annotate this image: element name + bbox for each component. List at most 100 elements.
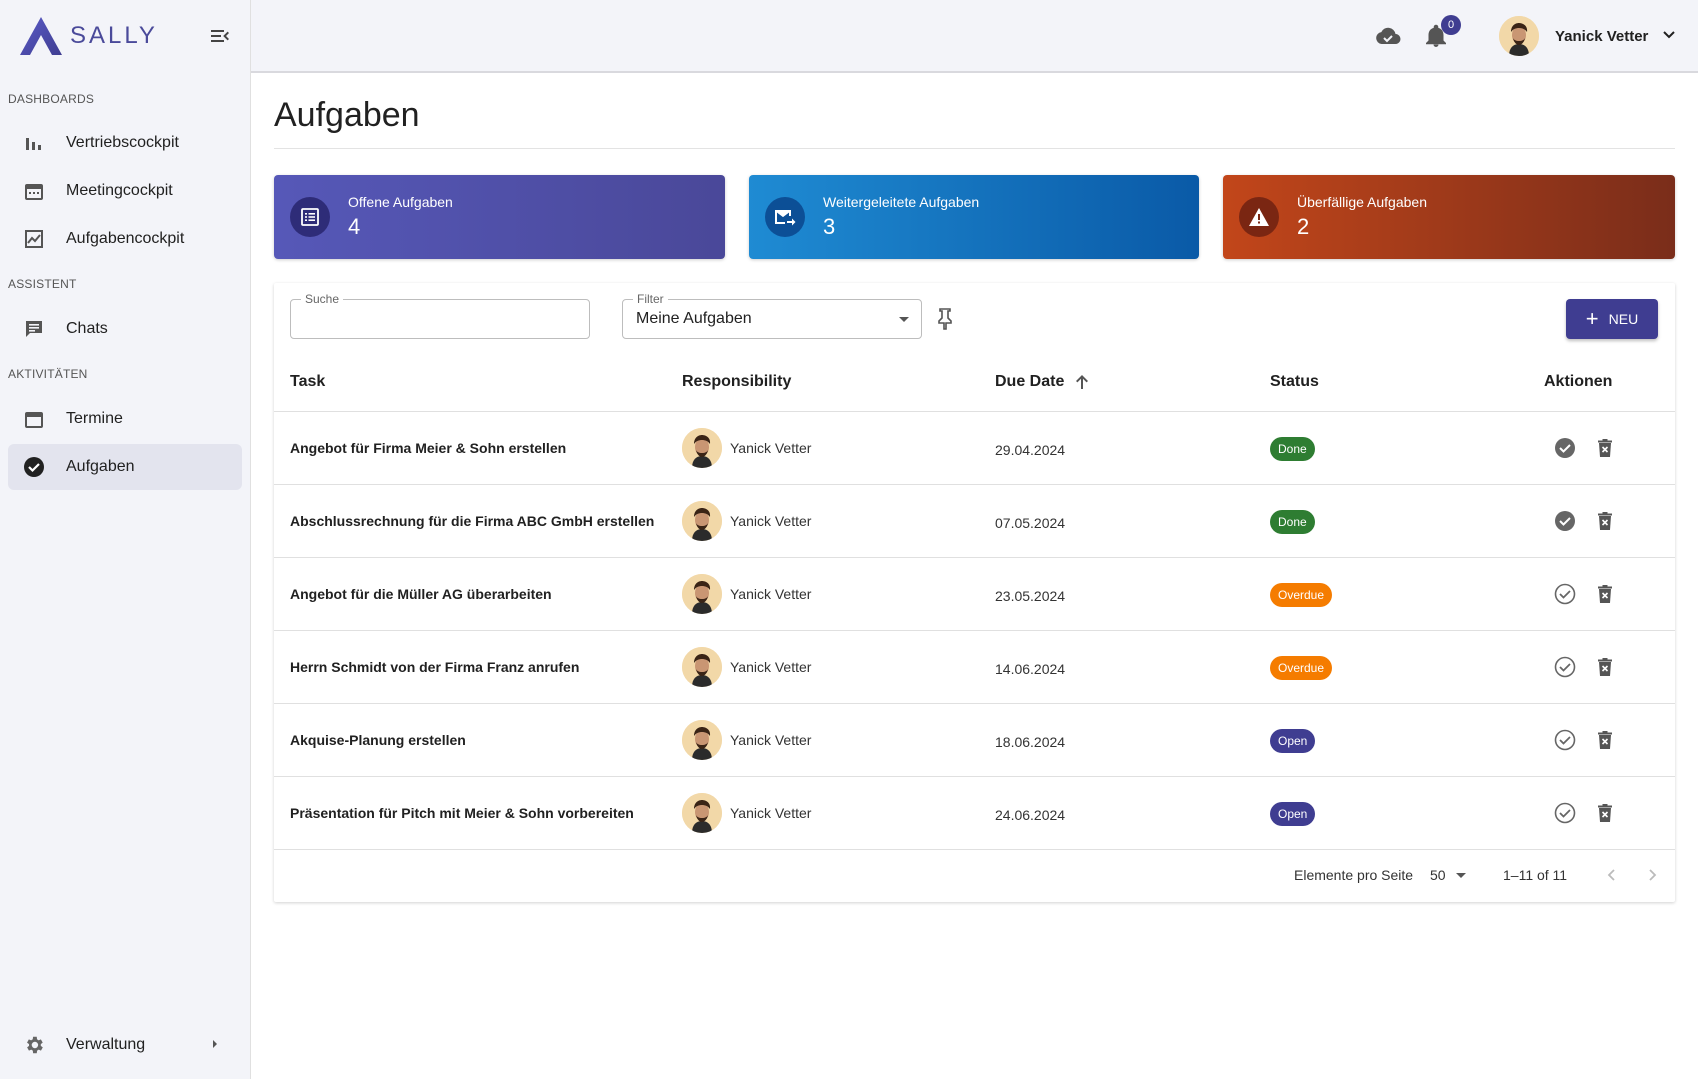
column-header-due-date[interactable]: Due Date <box>995 373 1090 391</box>
delete-icon <box>1598 585 1612 603</box>
sidebar-item-termine[interactable]: Termine <box>8 396 242 442</box>
delete-icon <box>1598 804 1612 822</box>
filter-select-value: Meine Aufgaben <box>636 310 752 327</box>
responsible-person: Yanick Vetter <box>682 428 811 468</box>
column-header-status[interactable]: Status <box>1270 373 1319 391</box>
sidebar-item-aufgaben[interactable]: Aufgaben <box>8 444 242 490</box>
delete-task-button[interactable] <box>1594 729 1618 753</box>
table-row[interactable]: Akquise-Planung erstellen Yanick Vetter 18… <box>274 704 1675 777</box>
column-header-responsibility[interactable]: Responsibility <box>682 373 791 391</box>
sidebar-item-chats[interactable]: Chats <box>8 306 242 352</box>
per-page-value: 50 <box>1430 867 1446 883</box>
section-aktivitaeten: AKTIVITÄTEN <box>8 367 88 381</box>
due-date: 24.06.2024 <box>995 807 1066 823</box>
sidebar-item-meetingcockpit[interactable]: Meetingcockpit <box>8 168 242 214</box>
sidebar-item-verwaltung[interactable]: Verwaltung <box>8 1023 242 1067</box>
task-title[interactable]: Herrn Schmidt von der Firma Franz anrufe… <box>290 659 579 675</box>
per-page-label: Elemente pro Seite <box>1294 867 1414 883</box>
table-row[interactable]: Angebot für Firma Meier & Sohn erstellen… <box>274 412 1675 485</box>
menu-collapse-button[interactable] <box>208 24 232 48</box>
complete-task-button[interactable] <box>1554 656 1578 680</box>
responsible-person: Yanick Vetter <box>682 501 811 541</box>
task-title[interactable]: Akquise-Planung erstellen <box>290 732 466 748</box>
table-row[interactable]: Angebot für die Müller AG überarbeiten Ya… <box>274 558 1675 631</box>
calendar-icon <box>22 407 46 431</box>
status-badge: Open <box>1270 729 1316 753</box>
avatar <box>1499 16 1539 56</box>
cloud-sync-button[interactable] <box>1375 23 1401 49</box>
user-name: Yanick Vetter <box>1555 27 1649 45</box>
filter-select-label: Filter <box>633 292 668 306</box>
next-page-button[interactable] <box>1640 863 1664 887</box>
check-circle-icon <box>1554 438 1576 463</box>
delete-task-button[interactable] <box>1594 437 1618 461</box>
sidebar-item-label: Aufgaben <box>66 458 135 475</box>
stat-card-offene-aufgaben[interactable]: Offene Aufgaben 4 <box>274 175 725 259</box>
table-row[interactable]: Präsentation für Pitch mit Meier & Sohn … <box>274 777 1675 850</box>
column-header-task[interactable]: Task <box>290 373 325 391</box>
complete-task-button[interactable] <box>1554 802 1578 826</box>
responsible-name: Yanick Vetter <box>730 440 812 456</box>
task-title[interactable]: Abschlussrechnung für die Firma ABC GmbH… <box>290 513 654 529</box>
stat-value: 3 <box>823 214 836 239</box>
responsible-person: Yanick Vetter <box>682 647 811 687</box>
responsible-name: Yanick Vetter <box>730 732 812 748</box>
sidebar-item-vertriebscockpit[interactable]: Vertriebscockpit <box>8 120 242 166</box>
cloud-check-icon <box>1376 27 1401 44</box>
responsible-name: Yanick Vetter <box>730 586 812 602</box>
delete-task-button[interactable] <box>1594 583 1618 607</box>
delete-task-button[interactable] <box>1594 656 1618 680</box>
notification-count-badge: 0 <box>1441 15 1461 35</box>
avatar <box>682 501 722 541</box>
brand-logo[interactable]: SALLY <box>18 14 158 58</box>
search-field[interactable]: Suche <box>290 292 590 339</box>
avatar <box>682 574 722 614</box>
delete-task-button[interactable] <box>1594 510 1618 534</box>
delete-task-button[interactable] <box>1594 802 1618 826</box>
column-header-aktionen: Aktionen <box>1544 373 1613 390</box>
stat-card-weitergeleitete-aufgaben[interactable]: Weitergeleitete Aufgaben 3 <box>749 175 1199 259</box>
sidebar-item-label: Aufgabencockpit <box>66 230 185 247</box>
previous-page-button[interactable] <box>1600 863 1624 887</box>
responsible-name: Yanick Vetter <box>730 513 812 529</box>
complete-task-button[interactable] <box>1554 510 1578 534</box>
chevron-left-icon <box>1607 869 1615 881</box>
task-title[interactable]: Präsentation für Pitch mit Meier & Sohn … <box>290 805 634 821</box>
stat-value: 4 <box>348 214 361 239</box>
complete-task-button[interactable] <box>1554 583 1578 607</box>
table-row[interactable]: Abschlussrechnung für die Firma ABC GmbH… <box>274 485 1675 558</box>
dropdown-arrow-icon <box>899 317 909 322</box>
status-badge: Overdue <box>1270 583 1333 607</box>
complete-task-button[interactable] <box>1554 437 1578 461</box>
stat-label: Weitergeleitete Aufgaben <box>823 194 980 210</box>
search-field-label: Suche <box>301 292 344 306</box>
status-badge: Done <box>1270 510 1315 534</box>
user-menu[interactable]: Yanick Vetter <box>1499 14 1676 58</box>
status-badge: Done <box>1270 437 1315 461</box>
per-page-select[interactable]: 50 <box>1430 867 1466 883</box>
new-task-button[interactable]: + NEU <box>1566 299 1658 339</box>
sidebar-item-aufgabencockpit[interactable]: Aufgabencockpit <box>8 216 242 262</box>
status-badge: Open <box>1270 802 1316 826</box>
task-title[interactable]: Angebot für die Müller AG überarbeiten <box>290 586 552 602</box>
due-date: 29.04.2024 <box>995 442 1066 458</box>
responsible-name: Yanick Vetter <box>730 805 812 821</box>
check-circle-icon <box>1554 656 1576 682</box>
brand-name: SALLY <box>70 22 158 49</box>
filter-select[interactable]: Filter Meine Aufgaben <box>622 292 922 339</box>
notifications-button[interactable]: 0 <box>1423 15 1461 49</box>
pin-filter-button[interactable] <box>934 307 958 331</box>
sidebar-item-label: Meetingcockpit <box>66 182 173 199</box>
check-circle-icon <box>1554 802 1576 828</box>
table-row[interactable]: Herrn Schmidt von der Firma Franz anrufe… <box>274 631 1675 704</box>
check-circle-icon <box>1554 729 1576 755</box>
stat-card-ueberfaellige-aufgaben[interactable]: Überfällige Aufgaben 2 <box>1223 175 1675 259</box>
due-date: 14.06.2024 <box>995 661 1066 677</box>
due-date: 07.05.2024 <box>995 515 1066 531</box>
complete-task-button[interactable] <box>1554 729 1578 753</box>
delete-icon <box>1598 439 1612 457</box>
task-title[interactable]: Angebot für Firma Meier & Sohn erstellen <box>290 440 566 456</box>
stat-label: Überfällige Aufgaben <box>1297 194 1427 210</box>
mail-forward-icon <box>765 197 805 237</box>
sidebar-item-label: Verwaltung <box>66 1036 146 1053</box>
